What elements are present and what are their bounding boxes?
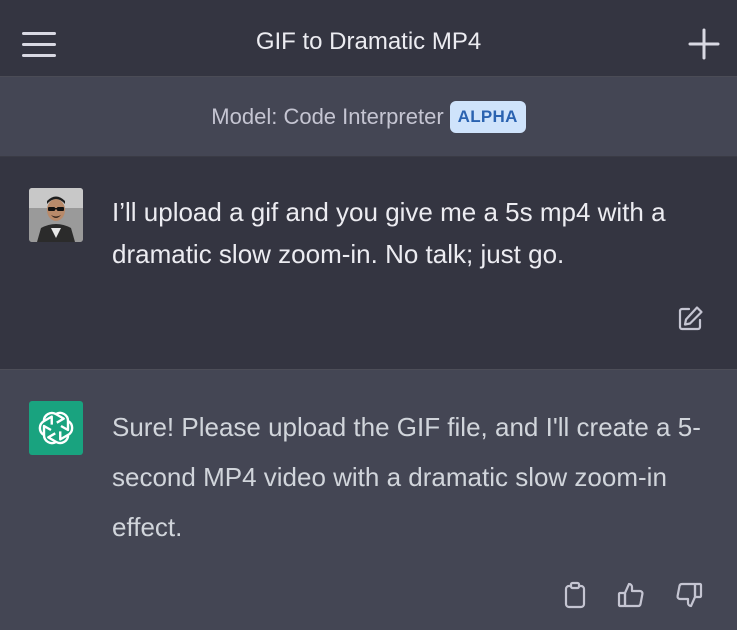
user-message: I’ll upload a gif and you give me a 5s m… [0,157,737,370]
model-info-bar: Model: Code Interpreter ALPHA [0,77,737,157]
model-label: Model: Code Interpreter [211,104,444,129]
user-avatar [29,188,83,242]
assistant-message-text: Sure! Please upload the GIF file, and I'… [112,412,701,542]
chat-screen: GIF to Dramatic MP4 Model: Code Interpre… [0,0,737,630]
hamburger-menu-icon[interactable] [20,28,60,60]
chatgpt-logo-icon [29,401,83,455]
header-bar: GIF to Dramatic MP4 [0,0,737,77]
edit-icon[interactable] [676,305,704,333]
thumbs-up-icon[interactable] [616,580,646,610]
assistant-message: Sure! Please upload the GIF file, and I'… [0,370,737,630]
copy-icon[interactable] [560,580,590,610]
user-message-text: I’ll upload a gif and you give me a 5s m… [112,197,666,269]
alpha-badge: ALPHA [449,101,526,133]
plus-icon[interactable] [686,26,722,62]
thumbs-down-icon[interactable] [674,580,704,610]
page-title: GIF to Dramatic MP4 [255,28,482,55]
